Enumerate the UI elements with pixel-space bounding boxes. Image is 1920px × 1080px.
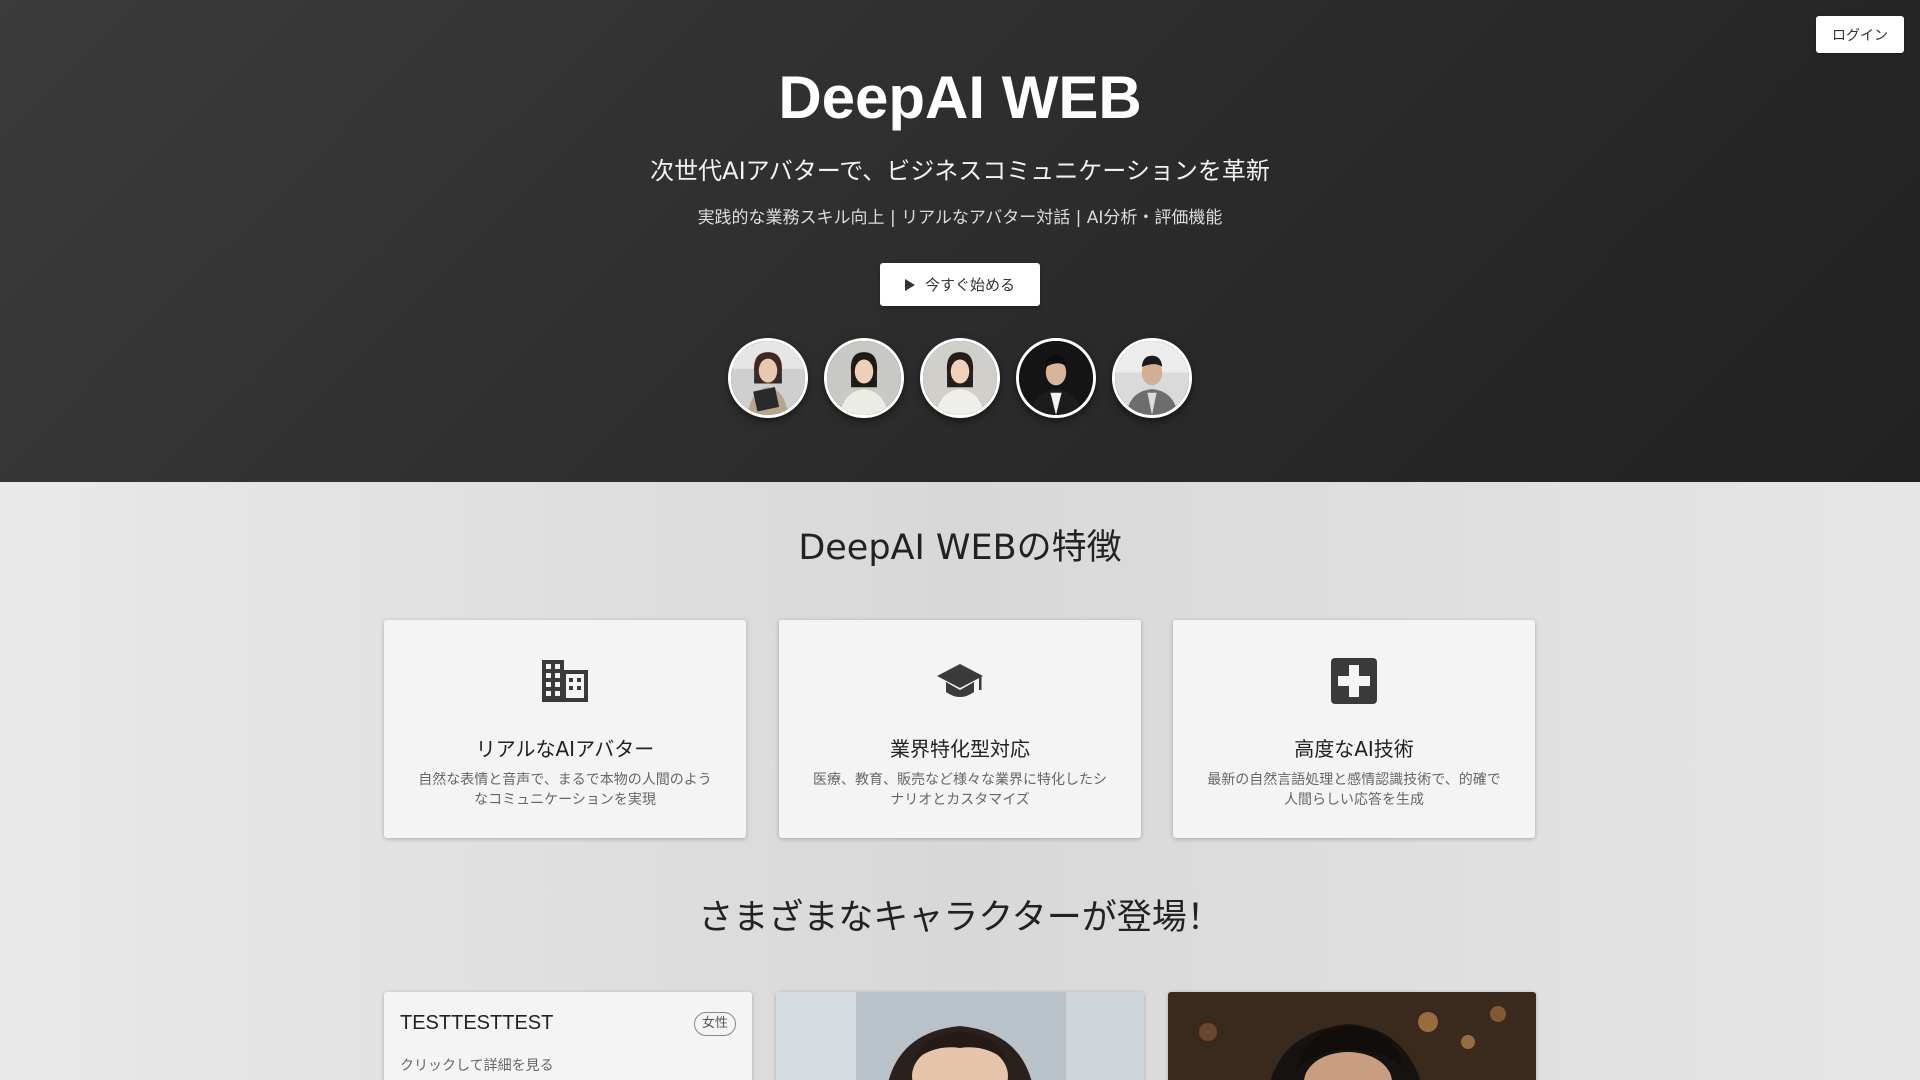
- play-icon: [904, 278, 915, 291]
- login-button[interactable]: ログイン: [1816, 16, 1904, 53]
- main-section: DeepAI WEBの特徴 リアルなAIアバター 自然な表情と音声で、まるで本物…: [0, 482, 1920, 1080]
- feature-description: 医療、教育、販売など様々な業界に特化したシナリオとカスタマイズ: [813, 772, 1107, 808]
- feature-card-realistic-avatar: リアルなAIアバター 自然な表情と音声で、まるで本物の人間のようなコミュニケーシ…: [384, 620, 746, 838]
- start-now-label: 今すぐ始める: [924, 276, 1015, 294]
- avatar-image: [827, 341, 901, 415]
- hero-subtitle: 次世代AIアバターで、ビジネスコミュニケーションを革新: [650, 157, 1270, 185]
- character-card[interactable]: TESTTESTTEST 女性 クリックして詳細を見る: [384, 992, 752, 1080]
- feature-name: 高度なAI技術: [1294, 737, 1414, 761]
- start-now-button[interactable]: 今すぐ始める: [880, 263, 1040, 306]
- character-detail-hint: クリックして詳細を見る: [400, 1058, 554, 1074]
- avatar[interactable]: [824, 338, 904, 418]
- feature-description: 最新の自然言語処理と感情認識技術で、的確で人間らしい応答を生成: [1207, 772, 1501, 808]
- feature-name: リアルなAIアバター: [475, 737, 655, 761]
- features-title: DeepAI WEBの特徴: [798, 528, 1122, 568]
- feature-card-industry: 業界特化型対応 医療、教育、販売など様々な業界に特化したシナリオとカスタマイズ: [779, 620, 1141, 838]
- avatar-row: [728, 338, 1192, 418]
- avatar-image: [731, 341, 805, 415]
- feature-card-ai-technology: 高度なAI技術 最新の自然言語処理と感情認識技術で、的確で人間らしい応答を生成: [1173, 620, 1535, 838]
- character-card[interactable]: [1168, 992, 1536, 1080]
- building-icon: [542, 660, 588, 702]
- medical-cross-icon: [1331, 658, 1377, 704]
- avatar[interactable]: [728, 338, 808, 418]
- avatar[interactable]: [920, 338, 1000, 418]
- avatar-image: [1019, 341, 1093, 415]
- characters-title: さまざまなキャラクターが登場！: [698, 898, 1222, 938]
- gender-badge: 女性: [693, 1012, 736, 1036]
- hero-tagline: 実践的な業務スキル向上 | リアルなアバター対話 | AI分析・評価機能: [697, 208, 1223, 228]
- graduation-cap-icon: [937, 664, 983, 697]
- character-photo: [776, 992, 1144, 1080]
- avatar-image: [923, 341, 997, 415]
- avatar-image: [1115, 341, 1189, 415]
- character-name: TESTTESTTEST: [400, 1012, 554, 1034]
- feature-name: 業界特化型対応: [890, 737, 1030, 761]
- feature-description: 自然な表情と音声で、まるで本物の人間のようなコミュニケーションを実現: [418, 772, 712, 808]
- hero-section: ログイン DeepAI WEB 次世代AIアバターで、ビジネスコミュニケーション…: [0, 0, 1920, 482]
- hero-title: DeepAI WEB: [778, 64, 1142, 131]
- character-photo: [1168, 992, 1536, 1080]
- character-card[interactable]: [776, 992, 1144, 1080]
- avatar[interactable]: [1112, 338, 1192, 418]
- avatar[interactable]: [1016, 338, 1096, 418]
